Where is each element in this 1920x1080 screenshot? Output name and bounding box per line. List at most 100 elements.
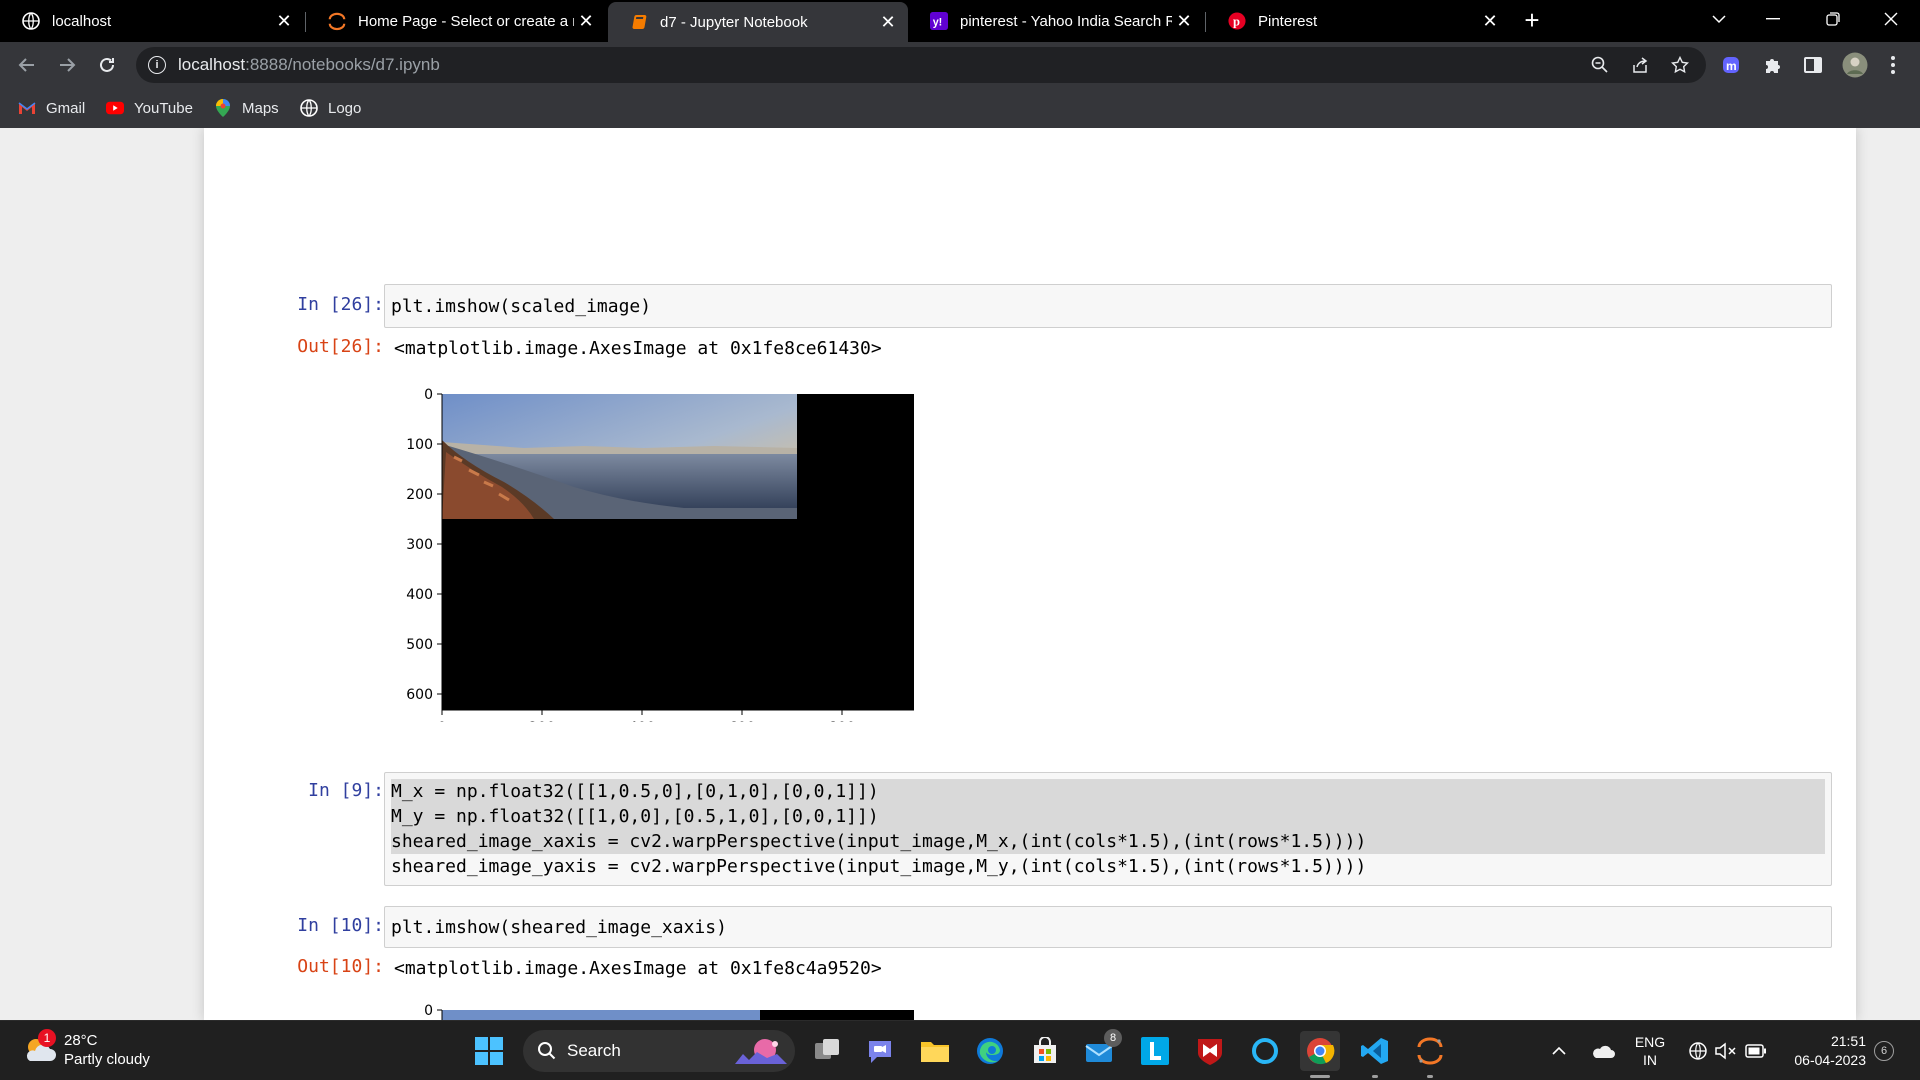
tab-jupyter-home[interactable]: Home Page - Select or create a n ✕ <box>306 0 606 42</box>
store-button[interactable] <box>1025 1031 1065 1071</box>
zoom-icon[interactable] <box>1590 55 1610 75</box>
side-panel-icon[interactable] <box>1802 54 1824 76</box>
globe-icon <box>22 12 40 30</box>
bookmark-logo[interactable]: Logo <box>300 96 361 120</box>
restore-button[interactable] <box>1810 0 1856 38</box>
jupyter-app-button[interactable] <box>1410 1031 1450 1071</box>
running-indicator <box>1310 1075 1330 1078</box>
code-line: M_x = np.float32([[1,0.5,0],[0,1,0],[0,0… <box>391 779 1825 804</box>
y-tick-label: 400 <box>406 587 433 603</box>
show-hidden-icons-button[interactable] <box>1543 1031 1575 1071</box>
extensions-puzzle-icon[interactable] <box>1762 54 1784 76</box>
forward-button[interactable] <box>52 50 82 80</box>
folder-icon <box>921 1042 949 1062</box>
jupyter-icon <box>328 12 346 31</box>
browser-menu-icon[interactable] <box>1882 54 1904 76</box>
globe-icon <box>300 99 318 117</box>
chrome-icon <box>1307 1038 1335 1065</box>
back-button[interactable] <box>12 50 42 80</box>
bookmark-maps[interactable]: Maps <box>214 96 279 120</box>
y-tick-label: 100 <box>406 437 433 453</box>
browser-tab-strip: localhost ✕ Home Page - Select or create… <box>0 0 1920 42</box>
clock-date: 06-04-2023 <box>1794 1052 1866 1068</box>
address-bar[interactable]: i localhost:8888/notebooks/d7.ipynb <box>136 47 1706 83</box>
x-axis: 0 200 400 600 800 <box>438 709 914 722</box>
clock-time: 21:51 <box>1830 1033 1866 1049</box>
onedrive-button[interactable] <box>1585 1031 1621 1071</box>
chrome-button[interactable] <box>1300 1031 1340 1071</box>
share-icon[interactable] <box>1630 55 1650 75</box>
image-content <box>442 394 797 519</box>
arrow-left-icon <box>18 58 34 72</box>
code-line: sheared_image_yaxis = cv2.warpPerspectiv… <box>391 856 1367 877</box>
language-indicator[interactable]: ENG IN <box>1628 1033 1672 1069</box>
y-axis: 0 100 200 300 400 500 600 <box>406 387 443 710</box>
cortana-button[interactable] <box>1245 1031 1285 1071</box>
close-tab-icon[interactable]: ✕ <box>272 9 296 33</box>
taskbar-search[interactable]: Search <box>523 1030 795 1072</box>
site-info-icon[interactable]: i <box>148 56 166 74</box>
close-tab-icon[interactable]: ✕ <box>1478 9 1502 33</box>
letter-l-app-icon <box>1141 1037 1169 1065</box>
tab-yahoo-search[interactable]: y! pinterest - Yahoo India Search Re ✕ <box>908 0 1204 42</box>
y-tick-label: 0 <box>424 387 433 403</box>
battery-icon[interactable] <box>1742 1031 1770 1071</box>
close-window-button[interactable] <box>1868 0 1914 38</box>
tab-title: pinterest - Yahoo India Search Re <box>960 12 1172 30</box>
y-tick-label: 500 <box>406 637 433 653</box>
clock[interactable]: 21:51 06-04-2023 <box>1776 1032 1866 1070</box>
minimize-button[interactable] <box>1750 0 1796 38</box>
mail-badge: 8 <box>1104 1029 1122 1047</box>
profile-avatar[interactable] <box>1842 52 1868 78</box>
chat-icon <box>869 1041 891 1063</box>
start-button[interactable] <box>469 1031 509 1071</box>
tab-d7-notebook[interactable]: d7 - Jupyter Notebook ✕ <box>608 2 908 42</box>
task-view-button[interactable] <box>807 1031 847 1071</box>
input-prompt: In [26]: <box>297 294 384 315</box>
weather-widget[interactable]: 1 28°C Partly cloudy <box>22 1029 182 1073</box>
tab-pinterest[interactable]: p Pinterest ✕ <box>1206 0 1510 42</box>
code-line: M_y = np.float32([[1,0,0],[0.5,1,0],[0,0… <box>391 804 1825 829</box>
code-cell-input[interactable]: plt.imshow(sheared_image_xaxis) <box>384 906 1832 948</box>
bookmark-youtube[interactable]: YouTube <box>106 96 193 120</box>
mcafee-button[interactable] <box>1190 1031 1230 1071</box>
tab-search-chevron-icon[interactable] <box>1696 0 1742 38</box>
new-tab-button[interactable]: + <box>1518 5 1546 35</box>
app-l-button[interactable] <box>1135 1031 1175 1071</box>
code-line: plt.imshow(sheared_image_xaxis) <box>391 917 727 938</box>
y-tick-label: 200 <box>406 487 433 503</box>
notebook-page: In [26]: plt.imshow(scaled_image) Out[26… <box>0 128 1920 1020</box>
search-highlight-icon <box>735 1039 787 1064</box>
tab-title: localhost <box>52 12 112 30</box>
mail-button[interactable]: 8 <box>1080 1029 1122 1071</box>
code-cell-input[interactable]: M_x = np.float32([[1,0.5,0],[0,1,0],[0,0… <box>384 772 1832 886</box>
notification-count-badge[interactable]: 6 <box>1874 1041 1894 1061</box>
close-tab-icon[interactable]: ✕ <box>574 9 598 33</box>
edge-button[interactable] <box>970 1031 1010 1071</box>
volume-muted-icon[interactable] <box>1712 1031 1740 1071</box>
y-tick-label: 300 <box>406 537 433 553</box>
extension-mastodon-icon[interactable]: m <box>1720 54 1742 76</box>
code-cell-input[interactable]: plt.imshow(scaled_image) <box>384 284 1832 328</box>
teams-chat-button[interactable] <box>860 1031 900 1071</box>
code-line: sheared_image_xaxis = cv2.warpPerspectiv… <box>391 829 1825 854</box>
bookmark-gmail[interactable]: Gmail <box>18 96 85 120</box>
weather-temp: 28°C <box>64 1032 98 1049</box>
svg-text:p: p <box>1233 15 1240 29</box>
weather-alert-badge: 1 <box>38 1029 56 1047</box>
file-explorer-button[interactable] <box>915 1031 955 1071</box>
x-tick-label: 400 <box>629 720 656 722</box>
bookmark-star-icon[interactable] <box>1670 55 1690 75</box>
code-line: plt.imshow(scaled_image) <box>391 296 652 317</box>
yahoo-icon: y! <box>930 12 948 30</box>
close-tab-icon[interactable]: ✕ <box>1172 9 1196 33</box>
vscode-button[interactable] <box>1355 1031 1395 1071</box>
reload-button[interactable] <box>92 50 122 80</box>
tab-title: Home Page - Select or create a n <box>358 12 574 30</box>
tab-localhost[interactable]: localhost ✕ <box>0 0 304 42</box>
svg-text:m: m <box>1726 59 1737 73</box>
url-text[interactable]: localhost:8888/notebooks/d7.ipynb <box>178 55 440 75</box>
network-icon[interactable] <box>1684 1031 1712 1071</box>
close-tab-icon[interactable]: ✕ <box>876 10 900 34</box>
windows-taskbar: 1 28°C Partly cloudy Search 8 ENG IN 21:… <box>0 1020 1920 1080</box>
